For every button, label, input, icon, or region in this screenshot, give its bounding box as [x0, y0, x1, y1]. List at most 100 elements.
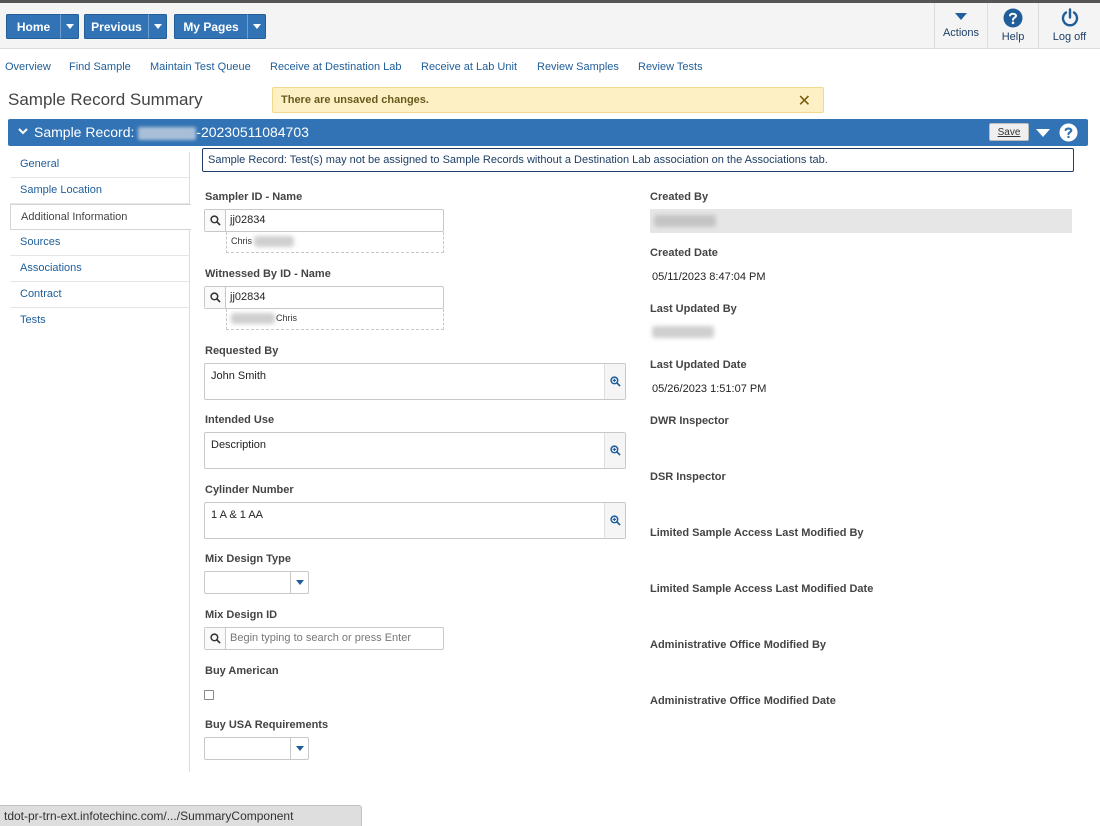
help-button[interactable]: Help: [987, 3, 1038, 49]
top-bar: Home Previous My Pages Actions Help Log …: [0, 3, 1100, 49]
cylinder-label: Cylinder Number: [205, 484, 294, 496]
admin-modified-by-label: Administrative Office Modified By: [650, 639, 827, 651]
info-message: Sample Record: Test(s) may not be assign…: [202, 148, 1074, 172]
logoff-button[interactable]: Log off: [1038, 3, 1100, 49]
sample-record-header: Sample Record: -20230511084703 Save: [8, 119, 1088, 146]
mix-design-id-input[interactable]: Begin typing to search or press Enter: [204, 627, 444, 650]
intended-use-field[interactable]: Description: [204, 432, 626, 469]
save-button[interactable]: Save: [989, 123, 1029, 141]
nav-link-receive-lab-unit[interactable]: Receive at Lab Unit: [421, 61, 517, 73]
cylinder-number-field[interactable]: 1 A & 1 AA: [204, 502, 626, 539]
nav-link-find-sample[interactable]: Find Sample: [69, 61, 131, 73]
zoom-icon[interactable]: [604, 433, 625, 468]
help-icon[interactable]: [1059, 123, 1078, 142]
mypages-split-button: My Pages: [174, 14, 266, 39]
buy-american-checkbox[interactable]: [204, 690, 214, 700]
search-icon[interactable]: [205, 287, 226, 308]
nav-link-review-tests[interactable]: Review Tests: [638, 61, 703, 73]
page-title: Sample Record Summary: [8, 90, 203, 109]
help-label: Help: [1001, 31, 1025, 43]
search-icon[interactable]: [205, 210, 226, 231]
power-icon: [1061, 8, 1078, 27]
previous-button[interactable]: Previous: [84, 14, 148, 39]
chevron-down-icon[interactable]: [290, 738, 308, 759]
title-suffix: -20230511084703: [196, 124, 309, 140]
nav-link-maintain-test-queue[interactable]: Maintain Test Queue: [150, 61, 251, 73]
nav-link-overview[interactable]: Overview: [5, 61, 51, 73]
sidebar-item-general[interactable]: General: [10, 152, 190, 178]
buyusa-label: Buy USA Requirements: [205, 719, 329, 731]
created-by-label: Created By: [650, 191, 709, 203]
requested-label: Requested By: [205, 345, 279, 357]
created-date-label: Created Date: [650, 247, 718, 259]
sidebar-item-associations[interactable]: Associations: [10, 256, 190, 282]
redacted-text: [231, 313, 275, 324]
sample-record-title: Sample Record: -20230511084703: [34, 124, 309, 140]
previous-dropdown-button[interactable]: [148, 14, 167, 39]
search-icon[interactable]: [205, 628, 226, 649]
buy-usa-requirements-select[interactable]: [204, 737, 309, 760]
requested-by-value: John Smith: [211, 370, 267, 382]
witness-name: Chris: [226, 309, 444, 330]
close-icon[interactable]: ✕: [798, 91, 811, 111]
chevron-down-icon: [153, 24, 162, 29]
mixid-label: Mix Design ID: [205, 609, 278, 621]
intended-use-value: Description: [211, 439, 267, 451]
actions-label: Actions: [942, 27, 980, 39]
sampler-id-value: jj02834: [230, 214, 266, 226]
sampler-name-value: Chris: [231, 236, 253, 246]
help-icon: [1003, 8, 1023, 28]
dsr-inspector-label: DSR Inspector: [650, 471, 726, 483]
updated-by-label: Last Updated By: [650, 303, 737, 315]
requested-by-field[interactable]: John Smith: [204, 363, 626, 400]
lsa-modified-date-label: Limited Sample Access Last Modified Date: [650, 583, 874, 595]
created-by-value: [650, 209, 1072, 233]
lsa-modified-by-label: Limited Sample Access Last Modified By: [650, 527, 864, 539]
mixtype-label: Mix Design Type: [205, 553, 291, 565]
actions-button[interactable]: Actions: [934, 3, 987, 49]
status-bar-url: tdot-pr-trn-ext.infotechinc.com/.../Summ…: [0, 805, 362, 826]
intended-label: Intended Use: [205, 414, 275, 426]
unsaved-message: There are unsaved changes.: [281, 94, 429, 106]
created-date-value: 05/11/2023 8:47:04 PM: [652, 271, 766, 283]
sampler-name: Chris: [226, 232, 444, 253]
mix-design-type-select[interactable]: [204, 571, 309, 594]
chevron-down-icon: [955, 13, 967, 20]
nav-link-receive-destination-lab[interactable]: Receive at Destination Lab: [270, 61, 401, 73]
updated-date-label: Last Updated Date: [650, 359, 747, 371]
home-button[interactable]: Home: [6, 14, 60, 39]
chevron-down-icon[interactable]: [1036, 128, 1050, 138]
mypages-button[interactable]: My Pages: [174, 14, 247, 39]
sidebar-item-additional-information[interactable]: Additional Information: [10, 204, 191, 230]
sampler-id-input[interactable]: jj02834: [204, 209, 444, 232]
home-split-button: Home: [6, 14, 79, 39]
mypages-dropdown-button[interactable]: [247, 14, 266, 39]
zoom-icon[interactable]: [604, 364, 625, 399]
cylinder-number-value: 1 A & 1 AA: [211, 509, 263, 521]
admin-modified-date-label: Administrative Office Modified Date: [650, 695, 836, 707]
mix-design-id-placeholder: Begin typing to search or press Enter: [230, 632, 411, 644]
witness-label: Witnessed By ID - Name: [205, 268, 331, 280]
witness-id-input[interactable]: jj02834: [204, 286, 444, 309]
nav-link-review-samples[interactable]: Review Samples: [537, 61, 619, 73]
updated-date-value: 05/26/2023 1:51:07 PM: [652, 383, 767, 395]
sidebar-item-sample-location[interactable]: Sample Location: [10, 178, 190, 204]
sampler-label: Sampler ID - Name: [205, 191, 303, 203]
sidebar-item-tests[interactable]: Tests: [10, 308, 190, 334]
chevron-down-icon: [252, 24, 261, 29]
sidebar-item-contract[interactable]: Contract: [10, 282, 190, 308]
unsaved-changes-alert: There are unsaved changes. ✕: [272, 87, 824, 113]
chevron-down-icon[interactable]: [290, 572, 308, 593]
previous-split-button: Previous: [84, 14, 167, 39]
buyamerican-label: Buy American: [205, 665, 279, 677]
witness-id-value: jj02834: [230, 291, 266, 303]
title-prefix: Sample Record:: [34, 124, 139, 140]
home-dropdown-button[interactable]: [60, 14, 79, 39]
sidebar-item-sources[interactable]: Sources: [10, 230, 190, 256]
zoom-icon[interactable]: [604, 503, 625, 538]
redacted-text: [138, 126, 197, 140]
dwr-inspector-label: DWR Inspector: [650, 415, 729, 427]
chevron-down-icon[interactable]: [18, 126, 28, 136]
redacted-text: [652, 326, 714, 338]
witness-name-value: Chris: [276, 313, 298, 323]
